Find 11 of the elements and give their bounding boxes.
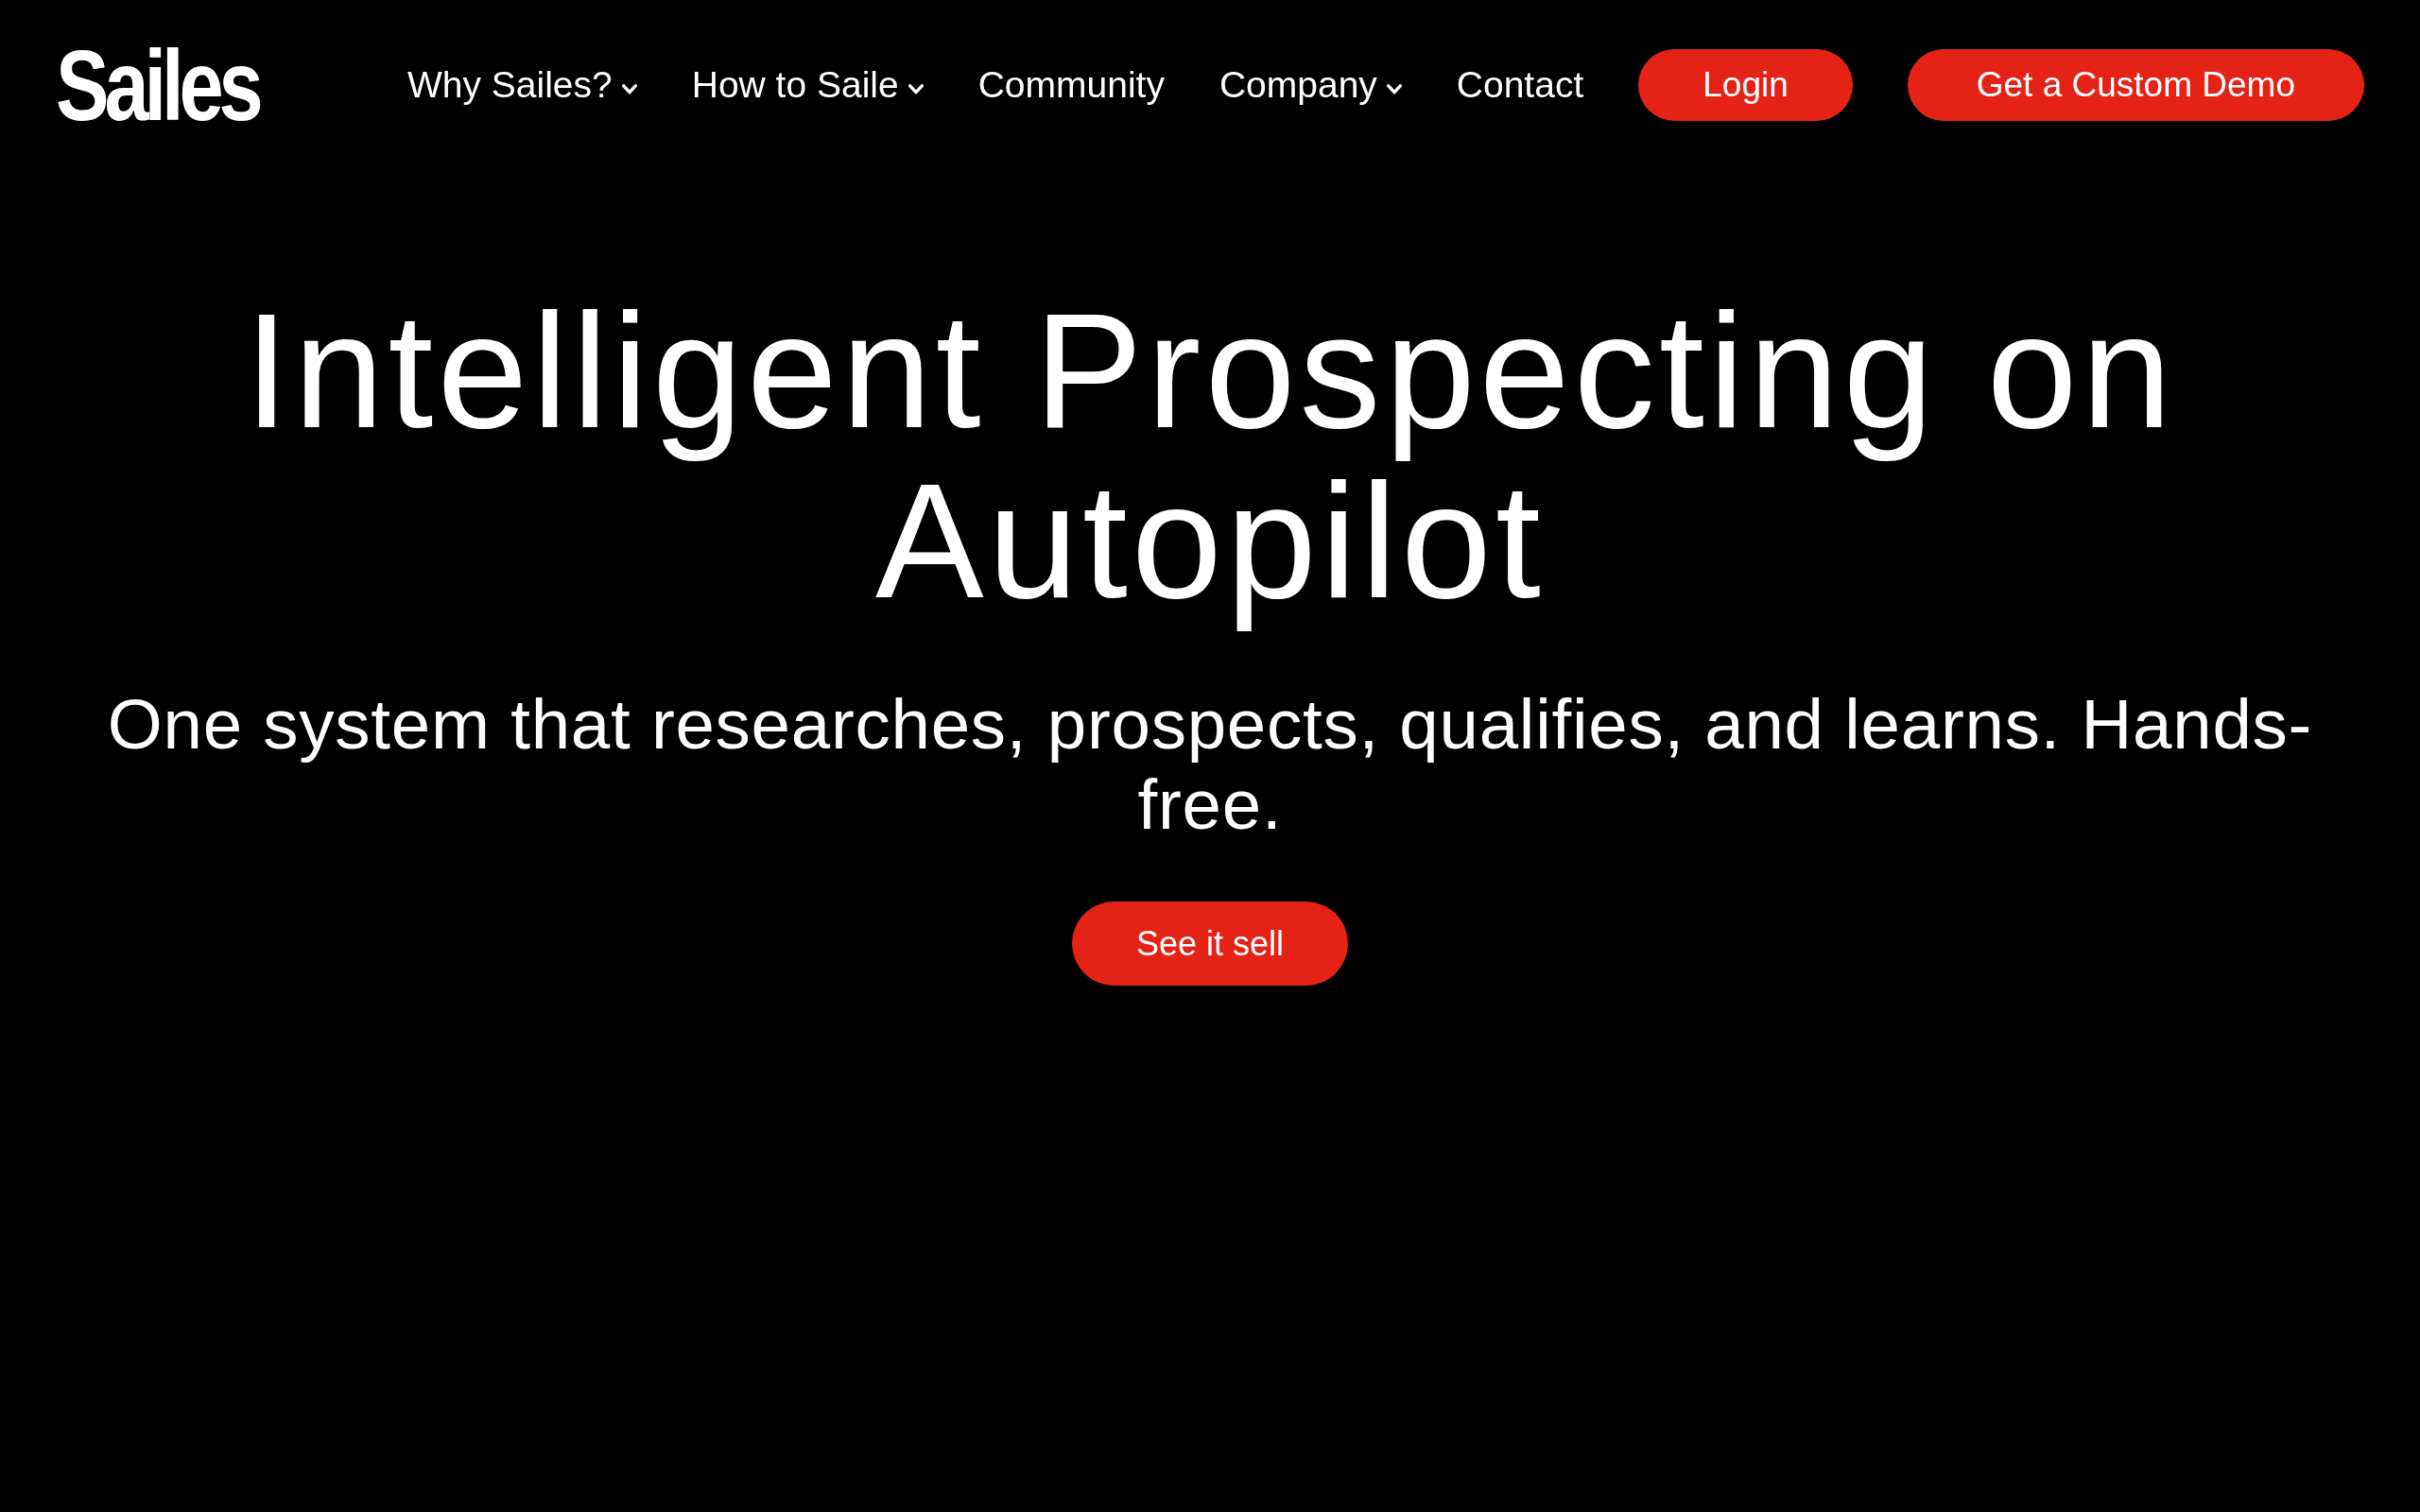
login-button[interactable]: Login (1638, 49, 1853, 121)
hero-subtitle: One system that researches, prospects, qualifies, and learns. Hands-free. (106, 684, 2314, 845)
nav-link[interactable]: Community (977, 63, 1165, 107)
nav-link[interactable]: Contact (1456, 63, 1584, 107)
hero-heading: Intelligent Prospecting on Autopilot (243, 280, 2177, 633)
nav-link[interactable]: Company (1219, 63, 1402, 107)
logo-wordmark[interactable]: Sailes (56, 46, 259, 124)
demo-button[interactable]: Get a Custom Demo (1907, 49, 2364, 121)
nav-link[interactable]: Why Sailes? (407, 63, 637, 107)
cta-button[interactable]: See it sell (1071, 902, 1349, 986)
nav-link[interactable]: How to Saile (691, 63, 924, 107)
